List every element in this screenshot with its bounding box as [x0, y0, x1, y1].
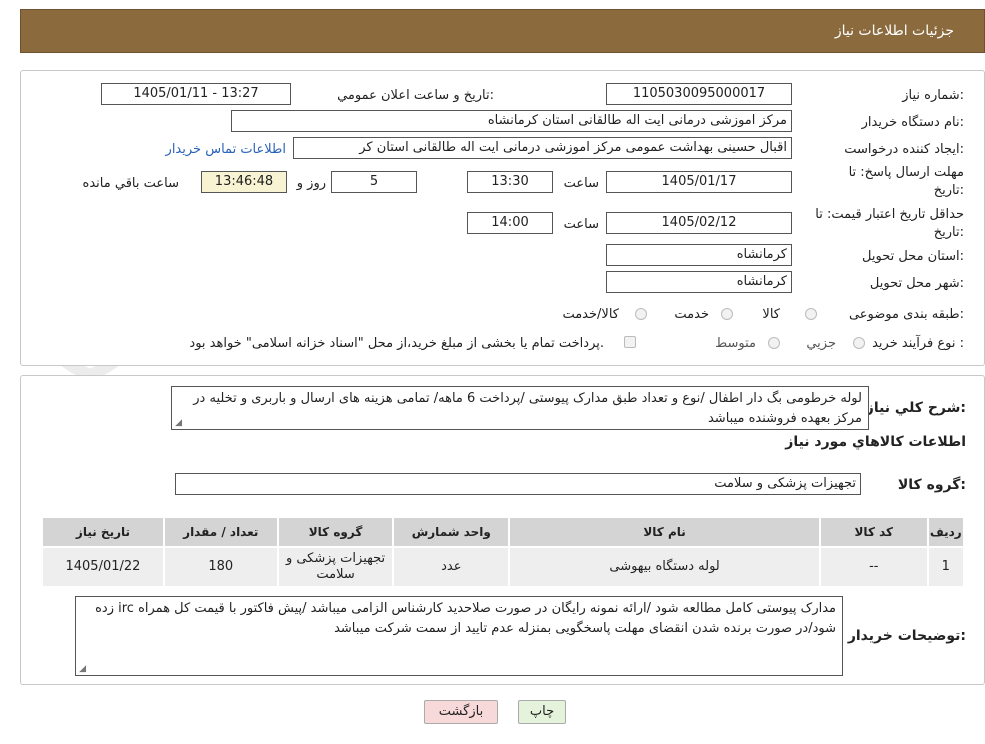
resize-grip-icon[interactable]: ◢	[78, 665, 86, 674]
purchase-medium-radio[interactable]	[768, 337, 780, 349]
resize-grip-icon[interactable]: ◢	[174, 419, 182, 428]
column-header: رديف	[926, 516, 966, 548]
category-goods-option: کالا	[762, 307, 780, 322]
treasury-checkbox[interactable]	[624, 336, 636, 348]
back-button[interactable]: بازگشت	[424, 700, 498, 724]
description-field: لوله خرطومی بگ دار اطفال /نوع و تعداد طب…	[171, 386, 869, 430]
need-number-field: 1105030095000017	[606, 83, 792, 105]
page-header: جزئیات اطلاعات نیاز	[20, 9, 985, 53]
announce-datetime-label: تاریخ و ساعت اعلان عمومي:	[337, 88, 494, 103]
category-goods-radio[interactable]	[805, 308, 817, 320]
delivery-city-label: شهر محل تحويل:	[869, 276, 964, 291]
remaining-time: 13:46:48	[201, 171, 287, 193]
category-service-option: خدمت	[674, 307, 709, 322]
buyer-org-field: مرکز اموزشی درمانی ایت اله طالقانی استان…	[231, 110, 792, 132]
price-validity-label: حداقل تاريخ اعتبار قيمت: تا	[815, 207, 964, 222]
category-label: طبقه بندی موضوعی:	[848, 307, 964, 322]
treasury-note: پرداخت تمام يا بخشی از مبلغ خريد،از محل …	[189, 336, 604, 351]
description-label: شرح کلي نياز:	[865, 400, 966, 416]
category-goods-service-radio[interactable]	[635, 308, 647, 320]
reply-deadline-label: مهلت ارسال پاسخ: تا	[848, 165, 964, 180]
print-button[interactable]: چاپ	[518, 700, 566, 724]
buyer-org-label: نام دستگاه خريدار:	[861, 115, 964, 130]
column-header: نام کالا	[508, 516, 821, 548]
category-service-radio[interactable]	[721, 308, 733, 320]
goods-group-field: تجهیزات پزشکی و سلامت	[175, 473, 861, 495]
goods-section-title: اطلاعات کالاهاي مورد نياز	[785, 434, 966, 450]
price-validity-time-label: ساعت	[563, 217, 599, 232]
delivery-city-field: کرمانشاه	[606, 271, 792, 293]
column-header: کد کالا	[818, 516, 929, 548]
table-header-row: رديف کد کالا نام کالا واحد شمارش گروه کا…	[41, 516, 966, 548]
need-number-label: شماره نیاز:	[902, 88, 964, 103]
reply-deadline-date: 1405/01/17	[606, 171, 792, 193]
column-header: تعداد / مقدار	[162, 516, 279, 548]
column-header: گروه کالا	[276, 516, 395, 548]
purchase-minor-radio[interactable]	[853, 337, 865, 349]
column-header: تاريخ نياز	[41, 516, 165, 548]
price-validity-date: 1405/02/12	[606, 212, 792, 234]
page-title: جزئیات اطلاعات نیاز	[834, 23, 954, 39]
category-goods-service-option: کالا/خدمت	[562, 307, 619, 322]
price-validity-time: 14:00	[467, 212, 553, 234]
reply-time-label: ساعت	[563, 176, 599, 191]
goods-code: --	[818, 546, 929, 588]
buyer-notes-field: مدارک پیوستی کامل مطالعه شود /ارائه نمون…	[75, 596, 843, 676]
buyer-contact-link[interactable]: اطلاعات تماس خريدار	[166, 142, 286, 157]
need-info-panel: شماره نیاز: 1105030095000017 تاریخ و ساع…	[20, 70, 985, 366]
remaining-time-label: ساعت باقي مانده	[82, 176, 179, 191]
delivery-province-label: استان محل تحويل:	[862, 249, 964, 264]
column-header: واحد شمارش	[392, 516, 511, 548]
days-label: روز و	[296, 176, 326, 191]
requester-label: ايجاد کننده درخواست:	[844, 142, 964, 157]
price-validity-label-2: تاريخ:	[933, 225, 964, 240]
goods-need-date: 1405/01/22	[41, 546, 165, 588]
goods-unit: عدد	[392, 546, 511, 588]
purchase-type-label: نوع فرآيند خريد :	[872, 336, 964, 351]
purchase-medium-option: متوسط	[715, 336, 756, 351]
goods-table: رديف کد کالا نام کالا واحد شمارش گروه کا…	[41, 516, 966, 588]
announce-datetime-field: 1405/01/11 - 13:27	[101, 83, 291, 105]
reply-deadline-time: 13:30	[467, 171, 553, 193]
row-index: 1	[926, 546, 966, 588]
goods-name: لوله دستگاه بیهوشی	[508, 546, 821, 588]
reply-deadline-label-2: تاريخ:	[933, 183, 964, 198]
purchase-minor-option: جزيي	[806, 336, 836, 351]
goods-quantity: 180	[162, 546, 279, 588]
goods-group: تجهیزات پزشکی و سلامت	[276, 546, 395, 588]
description-text: لوله خرطومی بگ دار اطفال /نوع و تعداد طب…	[193, 391, 862, 426]
buyer-notes-text: مدارک پیوستی کامل مطالعه شود /ارائه نمون…	[95, 601, 836, 636]
days-remaining: 5	[331, 171, 417, 193]
buyer-notes-label: توضيحات خريدار:	[847, 628, 966, 644]
goods-panel: شرح کلي نياز: لوله خرطومی بگ دار اطفال /…	[20, 375, 985, 685]
requester-field: اقبال حسینی بهداشت عمومی مرکز اموزشی درم…	[293, 137, 792, 159]
table-row: 1 -- لوله دستگاه بیهوشی عدد تجهیزات پزشک…	[41, 546, 966, 588]
goods-group-label: گروه کالا:	[897, 477, 966, 493]
delivery-province-field: کرمانشاه	[606, 244, 792, 266]
